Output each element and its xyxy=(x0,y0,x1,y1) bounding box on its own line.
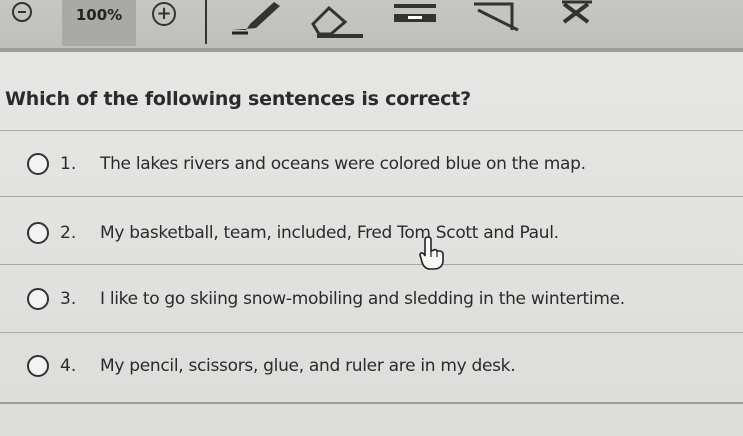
option-text: I like to go skiing snow-mobiling and sl… xyxy=(100,289,625,309)
zoom-level: 100% xyxy=(62,0,136,46)
divider xyxy=(0,130,743,131)
hand-cursor-icon xyxy=(419,236,444,270)
x-icon[interactable] xyxy=(558,0,608,40)
radio-button[interactable] xyxy=(27,222,49,244)
line-icon[interactable] xyxy=(390,0,440,40)
option-number: 1. xyxy=(60,154,77,174)
option-number: 4. xyxy=(60,356,77,376)
question-panel: Which of the following sentences is corr… xyxy=(0,52,743,436)
zoom-out-icon[interactable] xyxy=(12,2,32,22)
box-icon[interactable] xyxy=(468,0,524,40)
pen-icon[interactable] xyxy=(228,0,288,40)
radio-button[interactable] xyxy=(27,153,49,175)
toolbar: 100% + xyxy=(0,0,743,52)
option-number: 3. xyxy=(60,289,77,309)
answer-option-1[interactable]: 1. The lakes rivers and oceans were colo… xyxy=(0,136,743,192)
option-text: My pencil, scissors, glue, and ruler are… xyxy=(100,356,516,376)
option-number: 2. xyxy=(60,223,77,243)
option-text: The lakes rivers and oceans were colored… xyxy=(100,154,586,174)
divider xyxy=(0,196,743,197)
answer-option-4[interactable]: 4. My pencil, scissors, glue, and ruler … xyxy=(0,338,743,394)
divider xyxy=(0,332,743,333)
divider xyxy=(0,264,743,265)
answer-option-2[interactable]: 2. My basketball, team, included, Fred T… xyxy=(0,205,743,261)
toolbar-separator xyxy=(205,0,207,44)
question-text: Which of the following sentences is corr… xyxy=(5,88,471,110)
divider xyxy=(0,402,743,404)
eraser-icon[interactable] xyxy=(305,0,365,40)
radio-button[interactable] xyxy=(27,288,49,310)
radio-button[interactable] xyxy=(27,355,49,377)
answer-option-3[interactable]: 3. I like to go skiing snow-mobiling and… xyxy=(0,271,743,327)
zoom-in-icon[interactable]: + xyxy=(152,2,176,26)
option-text: My basketball, team, included, Fred Tom … xyxy=(100,223,559,243)
